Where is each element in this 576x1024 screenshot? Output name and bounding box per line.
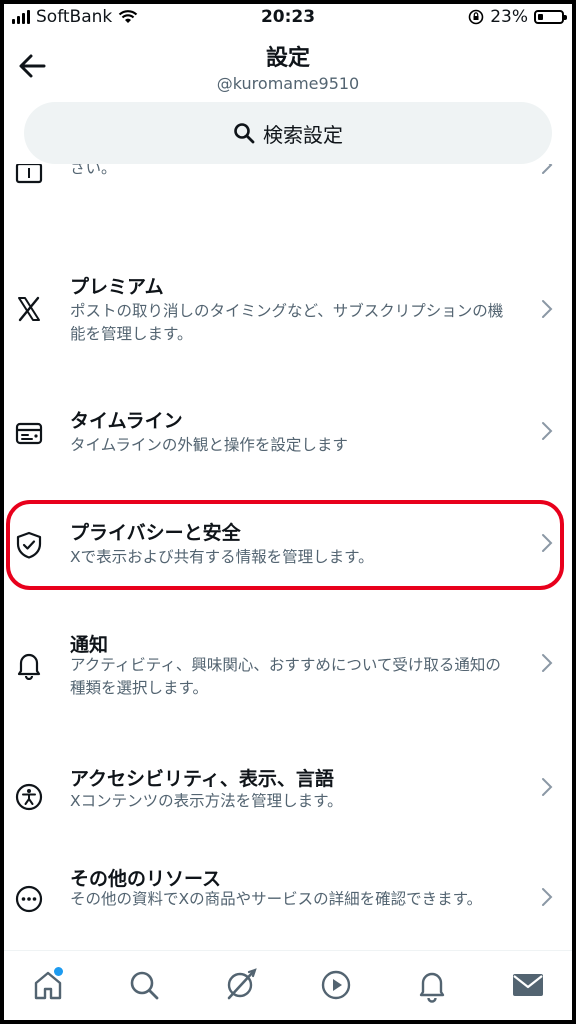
bell-icon [17,653,41,680]
money-icon [15,164,43,184]
screen: SoftBank 20:23 23% 設定 @kuromame9510 検索設定… [4,4,572,1020]
search-icon [130,971,159,1000]
nav-notifications[interactable] [414,967,450,1003]
battery-icon [534,10,567,24]
accessibility-icon [15,783,43,811]
highlight-annotation [6,500,564,590]
item-description: その他の資料でXの商品やサービスの詳細を確認できます。 [70,890,483,908]
timeline-icon [15,422,43,445]
x-logo-icon [18,296,40,322]
settings-item-accessibility[interactable]: アクセシビリティ、表示、言語 Xコンテンツの表示方法を管理します。 [4,762,572,832]
settings-item-notifications[interactable]: 通知 アクティビティ、興味関心、おすすめについて受け取る通知の種類を選択します。 [4,626,572,716]
mail-icon [513,974,543,996]
search-label: 検索設定 [263,122,343,147]
video-play-icon [321,970,351,1000]
item-description: アクティビティ、興味関心、おすすめについて受け取る通知の種類を選択します。 [70,656,501,697]
settings-item-timeline[interactable]: タイムライン タイムラインの外観と操作を設定します [4,400,572,470]
item-title: その他のリソース [70,868,222,890]
account-handle: @kuromame9510 [216,74,360,93]
item-description: タイムラインの外観と操作を設定します [70,436,348,454]
bottom-nav [4,950,572,1020]
item-title: タイムライン [70,410,183,432]
chevron-right-icon [542,654,553,672]
settings-item-premium[interactable]: プレミアム ポストの取り消しのタイミングなど、サブスクリプションの機能を管理しま… [4,266,572,356]
unread-dot [54,967,63,976]
bell-icon [419,972,445,1003]
chevron-right-icon [542,778,553,796]
nav-grok[interactable] [222,967,258,1003]
item-title: 通知 [70,634,109,656]
chevron-right-icon [542,888,553,906]
item-description: Xコンテンツの表示方法を管理します。 [70,792,343,810]
nav-messages[interactable] [510,967,546,1003]
item-description: Xで収益を得る方法や収益化オプションの管理方法をご覧ください。 [70,164,117,177]
item-title: アクセシビリティ、表示、言語 [70,768,334,790]
status-bar: SoftBank 20:23 23% [4,4,572,30]
settings-item-monetization[interactable]: Xで収益を得る方法や収益化オプションの管理方法をご覧ください。 [4,164,572,224]
nav-search[interactable] [126,967,162,1003]
search-settings-button[interactable]: 検索設定 [24,102,552,164]
battery-percent: 23% [490,7,528,27]
search-icon [234,123,255,144]
item-title: プレミアム [70,276,164,298]
rotation-lock-icon [468,9,484,25]
chevron-right-icon [542,422,553,440]
item-description: ポストの取り消しのタイミングなど、サブスクリプションの機能を管理します。 [70,302,504,343]
more-icon [15,885,43,913]
chevron-right-icon [542,300,553,318]
grok-icon [227,968,257,1000]
nav-video[interactable] [318,967,354,1003]
chevron-right-icon [542,164,553,174]
page-title: 設定 [265,46,310,71]
settings-item-additional-resources[interactable]: その他のリソース その他の資料でXの商品やサービスの詳細を確認できます。 [4,860,572,950]
